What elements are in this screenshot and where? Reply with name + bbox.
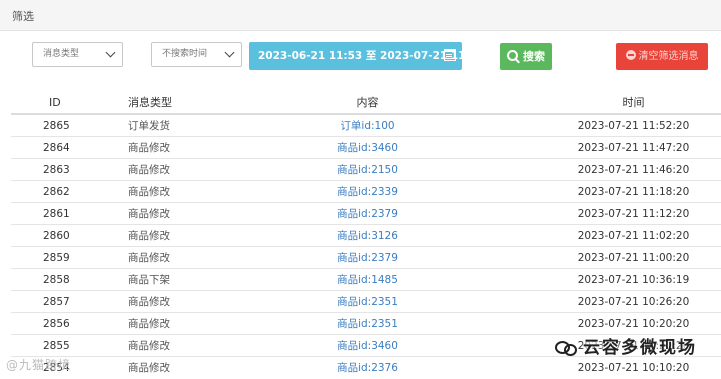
message-type-select[interactable]: 消息类型 <box>32 42 123 67</box>
cell-content-link[interactable]: 商品id:3460 <box>249 136 486 159</box>
cell-id: 2858 <box>11 268 99 291</box>
cell-content-link[interactable]: 商品id:2339 <box>249 180 486 203</box>
column-header-type[interactable]: 消息类型 <box>99 91 249 115</box>
cell-time: 2023-07-21 11:18:20 <box>486 180 721 203</box>
cell-type: 商品修改 <box>99 158 249 181</box>
wechat-logo-icon <box>555 339 577 356</box>
cell-time: 2023-07-21 11:47:20 <box>486 136 721 159</box>
table-row: 2858 商品下架 商品id:1485 2023-07-21 10:36:19 <box>11 268 721 291</box>
column-header-id[interactable]: ID <box>11 91 99 115</box>
cell-id: 2860 <box>11 224 99 247</box>
cell-time: 2023-07-21 11:00:20 <box>486 246 721 269</box>
cell-id: 2855 <box>11 334 99 357</box>
cell-type: 商品修改 <box>99 334 249 357</box>
cell-type: 商品修改 <box>99 312 249 335</box>
cell-id: 2863 <box>11 158 99 181</box>
cell-content-link[interactable]: 商品id:2379 <box>249 202 486 225</box>
table-row: 2864 商品修改 商品id:3460 2023-07-21 11:47:20 <box>11 136 721 159</box>
filter-title: 筛选 <box>12 10 34 23</box>
time-filter-select[interactable]: 不搜索时间 <box>151 42 242 67</box>
cell-content-link[interactable]: 商品id:1485 <box>249 268 486 291</box>
cell-time: 2023-07-21 10:26:20 <box>486 290 721 313</box>
cell-type: 商品修改 <box>99 246 249 269</box>
cell-time: 2023-07-21 10:36:19 <box>486 268 721 291</box>
clear-filter-button-label: 清空筛选消息 <box>638 51 699 62</box>
table-row: 2859 商品修改 商品id:2379 2023-07-21 11:00:20 <box>11 246 721 269</box>
cell-id: 2861 <box>11 202 99 225</box>
watermark-right: 云容多微现场 <box>555 333 697 358</box>
minus-circle-icon <box>625 50 636 60</box>
cell-time: 2023-07-21 11:46:20 <box>486 158 721 181</box>
search-button[interactable]: 搜索 <box>500 43 552 70</box>
time-filter-select-value: 不搜索时间 <box>162 49 208 59</box>
cell-type: 商品修改 <box>99 136 249 159</box>
calendar-icon <box>444 49 456 61</box>
message-type-select-value: 消息类型 <box>43 49 80 59</box>
cell-type: 订单发货 <box>99 113 249 137</box>
cell-id: 2857 <box>11 290 99 313</box>
cell-id: 2856 <box>11 312 99 335</box>
cell-content-link[interactable]: 订单id:100 <box>249 113 486 137</box>
cell-id: 2859 <box>11 246 99 269</box>
watermark-left: @九猫跨境 <box>6 358 72 372</box>
chevron-down-icon <box>224 47 235 58</box>
cell-content-link[interactable]: 商品id:2376 <box>249 356 486 378</box>
column-header-content[interactable]: 内容 <box>249 91 486 115</box>
cell-content-link[interactable]: 商品id:2150 <box>249 158 486 181</box>
table-row: 2860 商品修改 商品id:3126 2023-07-21 11:02:20 <box>11 224 721 247</box>
cell-id: 2862 <box>11 180 99 203</box>
cell-type: 商品修改 <box>99 180 249 203</box>
table-row: 2865 订单发货 订单id:100 2023-07-21 11:52:20 <box>11 113 721 137</box>
cell-content-link[interactable]: 商品id:2351 <box>249 290 486 313</box>
filter-panel-header: 筛选 <box>0 0 721 31</box>
cell-type: 商品修改 <box>99 290 249 313</box>
cell-content-link[interactable]: 商品id:2379 <box>249 246 486 269</box>
cell-time: 2023-07-21 11:02:20 <box>486 224 721 247</box>
cell-time: 2023-07-21 11:12:20 <box>486 202 721 225</box>
cell-time: 2023-07-21 10:10:20 <box>486 356 721 378</box>
cell-type: 商品修改 <box>99 356 249 378</box>
cell-id: 2864 <box>11 136 99 159</box>
table-header-row: ID 消息类型 内容 时间 <box>11 91 721 115</box>
cell-type: 商品下架 <box>99 268 249 291</box>
search-button-label: 搜索 <box>523 50 545 63</box>
cell-content-link[interactable]: 商品id:3126 <box>249 224 486 247</box>
date-range-picker[interactable]: 2023-06-21 11:53 至 2023-07-21 11:53 <box>249 42 484 70</box>
table-row: 2861 商品修改 商品id:2379 2023-07-21 11:12:20 <box>11 202 721 225</box>
table-row: 2863 商品修改 商品id:2150 2023-07-21 11:46:20 <box>11 158 721 181</box>
table-row: 2854 商品修改 商品id:2376 2023-07-21 10:10:20 <box>11 356 721 378</box>
cell-type: 商品修改 <box>99 202 249 225</box>
clear-filter-button[interactable]: 清空筛选消息 <box>616 43 708 70</box>
table-row: 2862 商品修改 商品id:2339 2023-07-21 11:18:20 <box>11 180 721 203</box>
search-icon <box>507 50 518 61</box>
table-row: 2857 商品修改 商品id:2351 2023-07-21 10:26:20 <box>11 290 721 313</box>
cell-content-link[interactable]: 商品id:2351 <box>249 312 486 335</box>
cell-time: 2023-07-21 11:52:20 <box>486 113 721 137</box>
chevron-down-icon <box>105 47 116 58</box>
cell-type: 商品修改 <box>99 224 249 247</box>
cell-id: 2865 <box>11 113 99 137</box>
watermark-right-text: 云容多微现场 <box>583 338 697 358</box>
cell-time: 2023-07-21 10:20:20 <box>486 312 721 335</box>
cell-content-link[interactable]: 商品id:3460 <box>249 334 486 357</box>
table-row: 2856 商品修改 商品id:2351 2023-07-21 10:20:20 <box>11 312 721 335</box>
column-header-time[interactable]: 时间 <box>486 91 721 115</box>
